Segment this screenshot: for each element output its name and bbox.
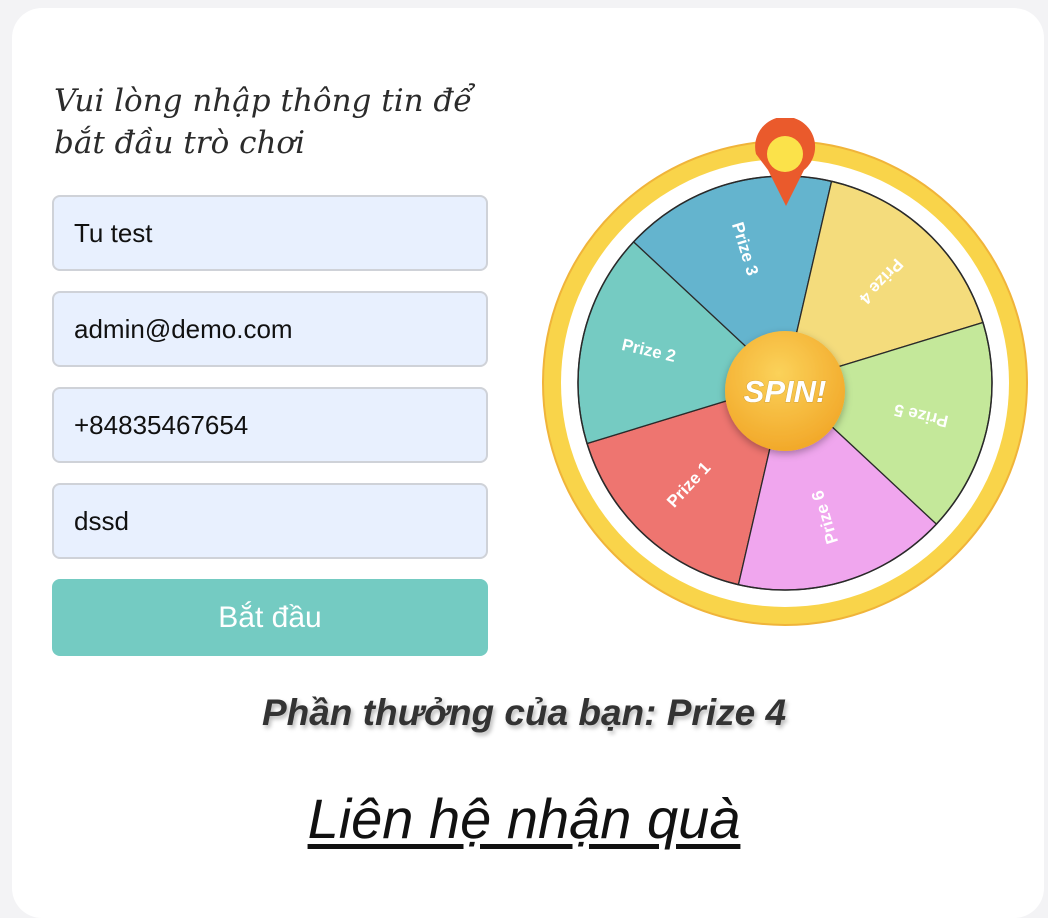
note-input[interactable] [52,483,488,559]
prize-wheel: Prize 1 Prize 2 Prize 3 Prize 4 Prize 5 Prize… [540,118,1035,628]
phone-input[interactable] [52,387,488,463]
wheel-graphic: Prize 1Prize 2Prize 3Prize 4Prize 5Prize… [542,118,1028,626]
start-button[interactable]: Bắt đầu [52,579,488,656]
spin-label[interactable]: SPIN! [743,374,827,410]
name-input[interactable] [52,195,488,271]
email-input[interactable] [52,291,488,367]
prize-result-text: Phần thưởng của bạn: Prize 4 [261,692,787,733]
spin-button[interactable]: SPIN! [725,331,845,451]
contact-link[interactable]: Liên hệ nhận quà [0,786,1048,851]
form-heading: Vui lòng nhập thông tin để bắt đầu trò c… [54,83,473,161]
